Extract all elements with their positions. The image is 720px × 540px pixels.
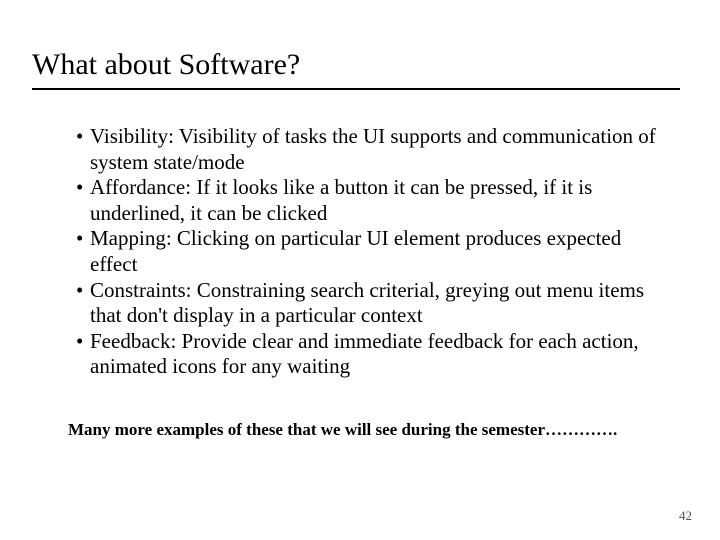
list-item: Constraints: Constraining search criteri… (76, 278, 660, 329)
slide-title: What about Software? (32, 48, 680, 82)
list-item: Mapping: Clicking on particular UI eleme… (76, 226, 660, 277)
title-underline (32, 88, 680, 90)
list-item: Visibility: Visibility of tasks the UI s… (76, 124, 660, 175)
list-item: Affordance: If it looks like a button it… (76, 175, 660, 226)
page-number: 42 (679, 508, 692, 524)
bullet-list: Visibility: Visibility of tasks the UI s… (40, 124, 680, 380)
footnote-text: Many more examples of these that we will… (40, 420, 680, 440)
list-item: Feedback: Provide clear and immediate fe… (76, 329, 660, 380)
